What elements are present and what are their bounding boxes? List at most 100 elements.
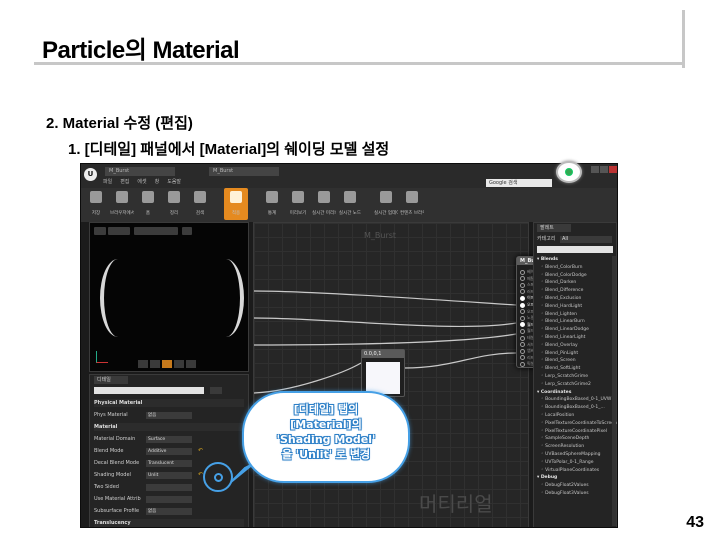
plane-preview-button[interactable] [162, 360, 172, 368]
palette-item[interactable]: ◦ UVToPolar_0-1_Range [537, 459, 617, 467]
viewport-options-button[interactable] [94, 227, 106, 235]
details-property-row[interactable]: Material Domain Surface [94, 435, 244, 443]
reset-to-default-icon[interactable]: ↶ [198, 447, 203, 455]
palette-item[interactable]: ◦ BoundingBoxBased_0-1_... [537, 404, 617, 412]
palette-item[interactable]: ◦ Blend_PinLight [537, 350, 617, 358]
cylinder-preview-button[interactable] [138, 360, 148, 368]
toolbar-button[interactable]: 홈 [136, 188, 160, 220]
property-value-field[interactable]: Surface [146, 436, 192, 443]
details-tab[interactable]: 디테일 [94, 376, 128, 384]
property-value-field[interactable] [146, 484, 192, 491]
palette-item[interactable]: ◦ ScreenResolution [537, 443, 617, 451]
palette-item[interactable]: ◦ VirtualPlaneCoordinates [537, 467, 617, 475]
menu-edit[interactable]: 편집 [120, 178, 129, 185]
property-value-field[interactable]: Translucent [146, 460, 192, 467]
property-value-field[interactable]: Additive [146, 448, 192, 455]
toolbar-button-label: 미리보기 [289, 211, 307, 216]
details-property-row[interactable]: Phys Material 없음 [94, 411, 244, 419]
window-tab-secondary[interactable]: M_Burst [209, 167, 279, 176]
details-property-row[interactable]: Use Material Attrib [94, 495, 244, 503]
callout-line: 'Shading Model' [276, 433, 376, 446]
window-tab-main[interactable]: M_Burst [105, 167, 175, 176]
constant-color-swatch [366, 362, 400, 394]
palette-item[interactable]: ◦ Blend_Exclusion [537, 295, 617, 303]
palette-category-select[interactable]: All [560, 236, 612, 243]
palette-item[interactable]: ◦ Lerp_ScratchGrime2 [537, 381, 617, 389]
menu-window[interactable]: 창 [155, 178, 160, 185]
toolbar-button[interactable]: 검색 [188, 188, 212, 220]
palette-item[interactable]: ◦ Blend_Screen [537, 357, 617, 365]
toolbar-button[interactable]: 통계 [260, 188, 284, 220]
details-category[interactable]: Material [94, 423, 244, 431]
bullet-primary: 2. Material 수정 (편집) [46, 115, 193, 132]
search-input[interactable]: Google 검색 [486, 179, 552, 187]
palette-item[interactable]: ◦ Blend_LinearBurn [537, 318, 617, 326]
palette-item[interactable]: ◦ SampleSceneDepth [537, 435, 617, 443]
property-label: Material Domain [94, 436, 136, 442]
palette-panel: 팔레트 카테고리 All ▾ Blends ◦ Blend_ColorBurn ◦ … [533, 222, 617, 527]
palette-scrollbar[interactable] [612, 256, 616, 526]
palette-item[interactable]: ◦ Blend_Lighten [537, 311, 617, 319]
viewport-perspective-button[interactable] [108, 227, 130, 235]
details-category[interactable]: Physical Material [94, 399, 244, 407]
cube-preview-button[interactable] [174, 360, 184, 368]
maximize-button[interactable] [600, 166, 608, 173]
mesh-preview-button[interactable] [186, 360, 196, 368]
bullet-secondary: 1. [디테일] 패널에서 [Material]의 쉐이딩 모델 설정 [68, 141, 390, 158]
palette-item[interactable]: ◦ UVBasedSphereMapping [537, 451, 617, 459]
palette-category-label: 카테고리 [537, 236, 556, 242]
details-category[interactable]: Translucency [94, 519, 244, 527]
toolbar-button[interactable]: 실시간 업데이트 [374, 188, 398, 220]
palette-item[interactable]: ◦ PixelTextureCoordinatePixel [537, 428, 617, 436]
viewport-lit-button[interactable] [134, 227, 178, 235]
palette-item[interactable]: ◦ Blend_HardLight [537, 303, 617, 311]
toolbar-button[interactable]: 실시간 노드 [338, 188, 362, 220]
close-button[interactable] [609, 166, 617, 173]
palette-tab[interactable]: 팔레트 [537, 224, 571, 232]
menu-file[interactable]: 파일 [103, 178, 112, 185]
palette-group[interactable]: ▾ Blends [537, 256, 617, 264]
palette-item[interactable]: ◦ Blend_ColorBurn [537, 264, 617, 272]
toolbar-button[interactable]: 정리 [162, 188, 186, 220]
palette-item[interactable]: ◦ Blend_LinearLight [537, 334, 617, 342]
property-value-field[interactable]: 없음 [146, 508, 192, 515]
visibility-eye-icon[interactable] [210, 387, 222, 394]
property-value-field[interactable]: Unlit [146, 472, 192, 479]
viewport-show-button[interactable] [182, 227, 192, 235]
toolbar-button[interactable]: 미리보기 [286, 188, 310, 220]
menu-help[interactable]: 도움말 [167, 178, 181, 185]
toolbar-button[interactable]: 적용 [224, 188, 248, 220]
palette-item[interactable]: ◦ BoundingBoxBased_0-1_UVW [537, 396, 617, 404]
palette-group[interactable]: ▾ Debug [537, 474, 617, 482]
toolbar-button[interactable]: 브라우저에서 찾기 [110, 188, 134, 220]
palette-item[interactable]: ◦ Blend_SoftLight [537, 365, 617, 373]
palette-item[interactable]: ◦ Blend_ColorDodge [537, 272, 617, 280]
palette-group[interactable]: ▾ Coordinates [537, 389, 617, 397]
details-property-row[interactable]: Blend Mode Additive ↶ [94, 447, 244, 455]
palette-item[interactable]: ◦ LocalPosition [537, 412, 617, 420]
menu-asset[interactable]: 에셋 [137, 178, 146, 185]
palette-item[interactable]: ◦ DebugFloat2Values [537, 482, 617, 490]
sphere-preview-button[interactable] [150, 360, 160, 368]
toolbar-button[interactable]: 컨텐츠 브라우저 [400, 188, 424, 220]
property-value-field[interactable]: 없음 [146, 412, 192, 419]
toolbar-button[interactable]: 저장 [84, 188, 108, 220]
palette-search-input[interactable] [537, 246, 613, 253]
toolbar-button[interactable]: 실시간 미리보기 [312, 188, 336, 220]
details-search-input[interactable] [94, 387, 204, 394]
palette-item[interactable]: ◦ Blend_LinearDodge [537, 326, 617, 334]
palette-item[interactable]: ◦ DebugFloat3Values [537, 490, 617, 498]
source-control-icon[interactable] [556, 161, 582, 183]
palette-item[interactable]: ◦ PixelTextureCoordinateToScreenUV [537, 420, 617, 428]
preview-viewport[interactable] [89, 222, 249, 372]
property-label: Decal Blend Mode [94, 460, 140, 466]
palette-item[interactable]: ◦ Blend_Difference [537, 287, 617, 295]
realtime-icon [318, 191, 330, 203]
constant-node[interactable]: 0.0,0,1 [361, 349, 405, 397]
property-value-field[interactable] [146, 496, 192, 503]
palette-item[interactable]: ◦ Lerp_ScratchGrime [537, 373, 617, 381]
minimize-button[interactable] [591, 166, 599, 173]
palette-item[interactable]: ◦ Blend_Overlay [537, 342, 617, 350]
palette-item[interactable]: ◦ Blend_Darken [537, 279, 617, 287]
details-property-row[interactable]: Subsurface Profile 없음 [94, 507, 244, 515]
